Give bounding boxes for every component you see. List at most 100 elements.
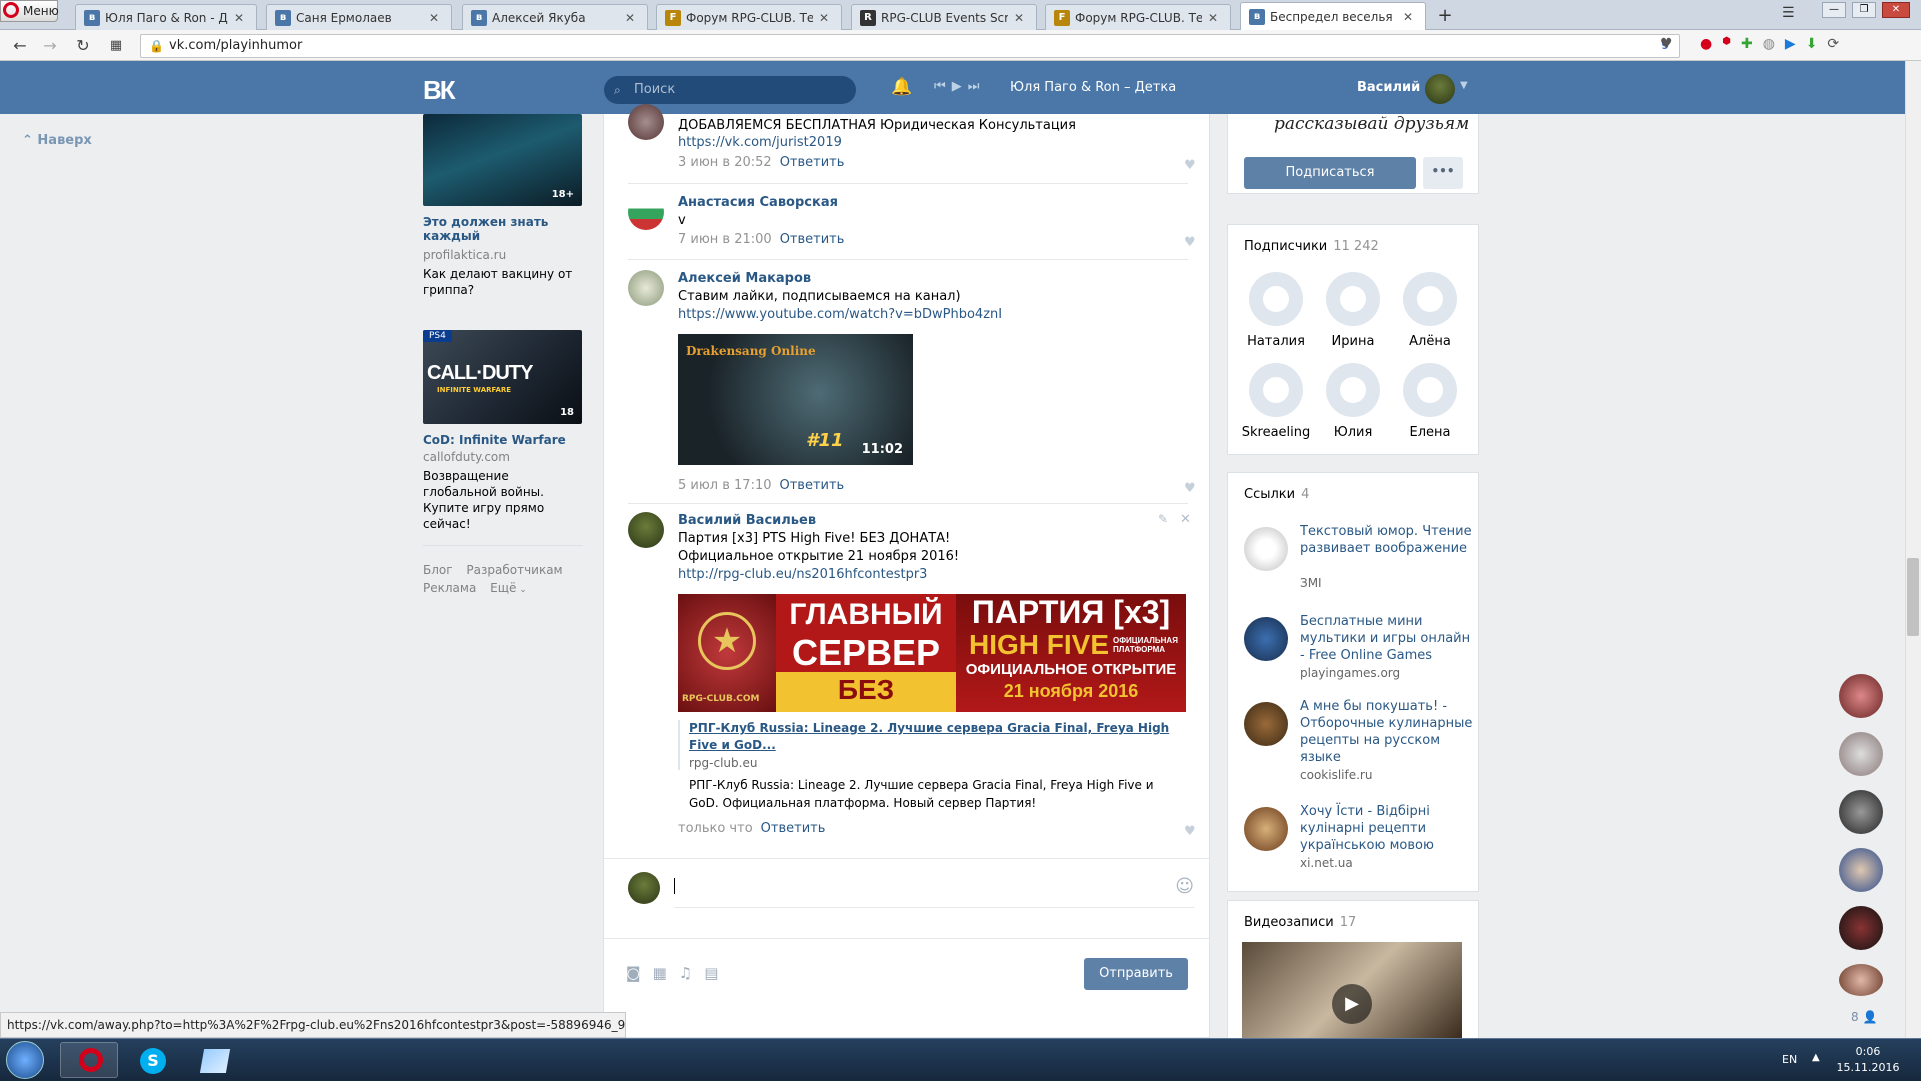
reply-link[interactable]: Ответить	[780, 155, 845, 170]
close-tab-icon[interactable]: ✕	[1403, 10, 1417, 24]
header-user-name[interactable]: Василий	[1357, 80, 1420, 95]
ad-title[interactable]: Это должен знать каждый	[423, 215, 583, 243]
page-scrollbar[interactable]	[1905, 61, 1921, 1038]
opera-turbo-icon[interactable]: ●	[1700, 36, 1712, 52]
start-button-icon[interactable]	[6, 1041, 44, 1079]
search-input[interactable]: ⌕ Поиск	[604, 76, 856, 104]
videos-header[interactable]: Видеозаписи 17	[1244, 915, 1356, 930]
comment-date[interactable]: 3 июн в 20:52	[678, 155, 772, 170]
banner-image[interactable]: ★ RPG-CLUB.COM ГЛАВНЫЙ СЕРВЕР БЕЗ ДОНАТА…	[678, 594, 1186, 712]
subscribers-header[interactable]: Подписчики 11 242	[1244, 239, 1379, 254]
online-friend-avatar[interactable]	[1839, 732, 1883, 776]
subscriber[interactable]: Ирина	[1318, 272, 1388, 349]
reply-link[interactable]: Ответить	[780, 478, 845, 493]
ad-domain[interactable]: profilaktica.ru	[423, 248, 506, 262]
like-heart-icon[interactable]: ♥	[1184, 481, 1196, 496]
video-thumbnail[interactable]: Drakensang Online #11 11:02	[678, 334, 913, 465]
footer-ads-link[interactable]: Реклама	[423, 581, 476, 595]
comment-date[interactable]: 7 июн в 21:00	[678, 232, 772, 247]
link-title[interactable]: Хочу Їсти - Відбірні кулінарні рецепти у…	[1300, 803, 1475, 854]
online-friend-avatar[interactable]	[1839, 790, 1883, 834]
snippet-title[interactable]: РПГ-Клуб Russia: Lineage 2. Лучшие серве…	[689, 720, 1186, 754]
document-icon[interactable]: ▤	[704, 964, 718, 982]
footer-blog-link[interactable]: Блог	[423, 563, 453, 577]
close-tab-icon[interactable]: ✕	[1208, 11, 1222, 25]
reply-link[interactable]: Ответить	[780, 232, 845, 247]
bookmark-heart-icon[interactable]: ♥	[1660, 36, 1673, 52]
tab-6[interactable]: F Форум RPG-CLUB. Тема: F ✕	[1045, 4, 1231, 30]
link-title[interactable]: А мне бы покушать! - Отборочные кулинарн…	[1300, 698, 1475, 766]
online-friend-avatar[interactable]	[1839, 906, 1883, 950]
footer-more-link[interactable]: Ещё	[490, 581, 516, 595]
comment-author[interactable]: Алексей Макаров	[678, 271, 811, 286]
comment-link[interactable]: https://vk.com/jurist2019	[678, 134, 842, 152]
reload-icon[interactable]: ↻	[73, 36, 93, 56]
close-tab-icon[interactable]: ✕	[625, 11, 639, 25]
video-icon[interactable]: ▦	[653, 964, 667, 982]
subscriber[interactable]: Елена	[1395, 363, 1465, 440]
like-heart-icon[interactable]: ♥	[1184, 158, 1196, 173]
link-title[interactable]: Бесплатные мини мультики и игры онлайн -…	[1300, 613, 1475, 664]
tab-5[interactable]: R RPG-CLUB Events Screensh ✕	[851, 4, 1037, 30]
like-heart-icon[interactable]: ♥	[1184, 235, 1196, 250]
tab-2[interactable]: в Саня Ермолаев ✕	[266, 4, 452, 30]
play-icon[interactable]: ▶	[952, 79, 968, 94]
close-tab-icon[interactable]: ✕	[1014, 11, 1028, 25]
tab-3[interactable]: в Алексей Якуба ✕	[462, 4, 648, 30]
ad-description[interactable]: Как делают вакцину от гриппа?	[423, 266, 583, 298]
comment-link[interactable]: https://www.youtube.com/watch?v=bDwPhbo4…	[678, 306, 1002, 324]
taskbar-app[interactable]	[184, 1042, 242, 1078]
comment-avatar[interactable]	[628, 194, 664, 230]
online-friend-avatar[interactable]	[1839, 964, 1883, 996]
ad-title[interactable]: CoD: Infinite Warfare	[423, 433, 583, 447]
comment-link[interactable]: http://rpg-club.eu/ns2016hfcontestpr3	[678, 566, 927, 584]
snippet-domain[interactable]: rpg-club.eu	[689, 756, 1186, 770]
vk-logo[interactable]: ВК	[423, 75, 456, 106]
link-title[interactable]: Текстовый юмор. Чтение развивает воображ…	[1300, 523, 1475, 557]
system-clock[interactable]: 0:06 15.11.2016	[1828, 1044, 1908, 1076]
speed-dial-icon[interactable]: ▦	[106, 36, 126, 56]
ad-description[interactable]: Возвращение глобальной войны. Купите игр…	[423, 468, 583, 532]
video-thumbnail[interactable]: ▶	[1242, 942, 1462, 1039]
subscriber[interactable]: Наталия	[1241, 272, 1311, 349]
add-extension-icon[interactable]: ✚	[1741, 36, 1753, 52]
new-tab-button[interactable]: +	[1435, 6, 1455, 26]
more-actions-button[interactable]: •••	[1423, 157, 1463, 189]
close-tab-icon[interactable]: ✕	[234, 11, 248, 25]
edit-pencil-icon[interactable]: ✎	[1158, 512, 1168, 526]
ad-domain[interactable]: callofduty.com	[423, 450, 510, 464]
like-heart-icon[interactable]: ♥	[1184, 824, 1196, 839]
now-playing-track[interactable]: Юля Паго & Ron – Детка	[1010, 80, 1176, 95]
prev-track-icon[interactable]: ⏮	[934, 79, 952, 94]
next-track-icon[interactable]: ⏭	[968, 79, 986, 94]
online-friend-avatar[interactable]	[1839, 848, 1883, 892]
close-tab-icon[interactable]: ✕	[819, 11, 833, 25]
restore-icon[interactable]: ❐	[1852, 2, 1876, 18]
subscriber[interactable]: Юлия	[1318, 363, 1388, 440]
comment-avatar[interactable]	[628, 512, 664, 548]
tab-4[interactable]: F Форум RPG-CLUB. Тема: F ✕	[656, 4, 842, 30]
music-icon[interactable]: ♫	[679, 964, 692, 982]
back-icon[interactable]: ←	[10, 36, 30, 56]
tab-7-active[interactable]: в Беспредел веселья | При ✕	[1240, 2, 1426, 30]
tab-menu-icon[interactable]: ☰	[1782, 5, 1795, 21]
scrollbar-thumb[interactable]	[1907, 558, 1919, 636]
comment-author[interactable]: Анастасия Саворская	[678, 195, 838, 210]
emoji-icon[interactable]: ☺	[1175, 876, 1194, 897]
comment-avatar[interactable]	[628, 104, 664, 140]
comment-date[interactable]: 5 июл в 17:10	[678, 478, 772, 493]
comment-textarea[interactable]: ☺	[674, 872, 1194, 908]
language-indicator[interactable]: EN	[1782, 1053, 1797, 1066]
url-input[interactable]: 🔒 vk.com/playinhumor 9	[140, 34, 1680, 58]
download-icon[interactable]: ⬇	[1806, 36, 1818, 52]
forward-icon[interactable]: →	[40, 36, 60, 56]
delete-close-icon[interactable]: ✕	[1180, 512, 1191, 527]
ad-image-vaccine[interactable]: 18+	[423, 114, 582, 206]
camera-icon[interactable]: ◙	[626, 964, 641, 982]
to-top-link[interactable]: ⌃ Наверх	[22, 133, 92, 148]
subscriber[interactable]: Skreaeling	[1241, 363, 1311, 440]
comment-author[interactable]: Василий Васильев	[678, 513, 816, 528]
links-header[interactable]: Ссылки 4	[1244, 487, 1309, 502]
reply-link[interactable]: Ответить	[761, 821, 826, 836]
play-extension-icon[interactable]: ▶	[1785, 36, 1796, 52]
